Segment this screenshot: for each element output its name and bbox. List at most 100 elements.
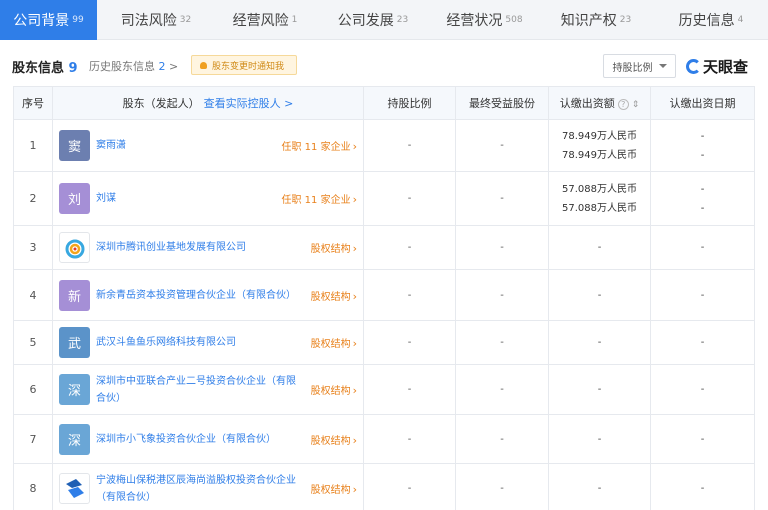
row-index: 8 (13, 463, 53, 510)
table-row: 6 深 深圳市中亚联合产业二号投资合伙企业（有限合伙） 股权结构 › - - - … (13, 364, 755, 415)
table-row: 5 武 武汉斗鱼鱼乐网络科技有限公司 股权结构 › - - - - (13, 320, 755, 365)
subscribed-cell: 57.088万人民币 57.088万人民币 (548, 171, 651, 226)
history-shareholder-link[interactable]: 历史股东信息 2 > (89, 58, 178, 74)
row-index: 6 (13, 364, 53, 415)
tab-company-development[interactable]: 公司发展 23 (315, 0, 431, 40)
shareholder-name-link[interactable]: 刘谋 (96, 190, 276, 207)
chevron-right-icon: › (352, 193, 357, 206)
subscribed-cell: - (548, 414, 651, 464)
chevron-right-icon: › (352, 289, 357, 303)
shareholder-table: 序号 股东（发起人） 查看实际控股人 > 持股比例 最终受益股份 认缴出资额? ⇕ … (13, 86, 755, 510)
chevron-right-icon: › (352, 384, 357, 397)
subscribed-date: - (700, 130, 705, 142)
shareholder-cell: 宁波梅山保税港区辰海尚溢股权投资合伙企业（有限合伙） 股权结构 › (52, 463, 364, 510)
subscribed-date: - (700, 149, 705, 161)
equity-structure-link[interactable]: 股权结构 › (311, 335, 357, 350)
ratio-cell: - (363, 414, 456, 464)
final-share-cell: - (455, 364, 549, 415)
final-share-cell: - (455, 463, 549, 510)
tencent-logo-icon (59, 232, 90, 263)
subscribed-amount: - (597, 433, 602, 445)
subscribed-cell: - (548, 320, 651, 365)
equity-structure-link[interactable]: 股权结构 › (311, 288, 357, 303)
sort-icon[interactable]: ⇕ (632, 100, 640, 110)
shareholder-name-link[interactable]: 窦雨潇 (96, 137, 276, 154)
subscribed-amount: 57.088万人民币 (562, 183, 637, 195)
row-index: 1 (13, 119, 53, 172)
chevron-right-icon: > (169, 60, 179, 73)
chevron-right-icon: › (352, 337, 357, 350)
subscribed-amount: 78.949万人民币 (562, 130, 637, 142)
shareholder-name-link[interactable]: 深圳市腾讯创业基地发展有限公司 (96, 239, 305, 256)
top-tab-bar: 公司背景 99 司法风险 32 经营风险 1 公司发展 23 经营状况 508 知识产权 2… (0, 0, 768, 40)
positions-link[interactable]: 任职 11 家企业 › (282, 138, 358, 153)
table-row: 1 窦 窦雨潇 任职 11 家企业 › - - 78.949万人民币 78.949万… (13, 119, 755, 172)
company-avatar: 深 (59, 374, 90, 405)
final-share-cell: - (455, 171, 549, 226)
subscribed-date-cell: - (650, 364, 755, 415)
table-row: 3 深圳市腾讯创业基地发展有限公司 股权结构 › - - - - (13, 225, 755, 270)
shareholder-name-link[interactable]: 武汉斗鱼鱼乐网络科技有限公司 (96, 334, 305, 351)
shareholder-cell: 深 深圳市中亚联合产业二号投资合伙企业（有限合伙） 股权结构 › (52, 364, 364, 415)
subscribed-cell: - (548, 225, 651, 270)
subscribed-date-cell: - (650, 414, 755, 464)
subscribed-date: - (700, 483, 705, 494)
col-header-final-share: 最终受益股份 (455, 86, 549, 120)
subscribed-date: - (700, 433, 705, 445)
row-index: 5 (13, 320, 53, 365)
subscribed-amount: 78.949万人民币 (562, 149, 637, 161)
shareholder-name-link[interactable]: 宁波梅山保税港区辰海尚溢股权投资合伙企业（有限合伙） (96, 472, 305, 506)
shareholder-cell: 刘 刘谋 任职 11 家企业 › (52, 171, 364, 226)
table-row: 7 深 深圳市小飞象投资合伙企业（有限合伙） 股权结构 › - - - - (13, 414, 755, 464)
chevron-down-icon (658, 64, 667, 68)
notify-change-button[interactable]: 股东变更时通知我 (191, 55, 297, 75)
ratio-cell: - (363, 119, 456, 172)
tab-intellectual-property[interactable]: 知识产权 23 (538, 0, 654, 40)
company-avatar: 刘 (59, 183, 90, 214)
col-header-ratio: 持股比例 (363, 86, 456, 120)
subscribed-date: - (700, 337, 705, 348)
positions-link[interactable]: 任职 11 家企业 › (282, 191, 358, 206)
ratio-sort-select[interactable]: 持股比例 (603, 54, 676, 78)
subscribed-date: - (700, 183, 705, 195)
subscribed-date: - (700, 242, 705, 253)
final-share-cell: - (455, 225, 549, 270)
shareholder-name-link[interactable]: 深圳市中亚联合产业二号投资合伙企业（有限合伙） (96, 373, 305, 407)
subscribed-amount: - (597, 242, 602, 253)
tab-operating-risk[interactable]: 经营风险 1 (215, 0, 315, 40)
ratio-cell: - (363, 171, 456, 226)
equity-structure-link[interactable]: 股权结构 › (311, 481, 357, 496)
subscribed-date-cell: -- (650, 171, 755, 226)
col-header-subscribed[interactable]: 认缴出资额? ⇕ (548, 86, 651, 120)
chevron-right-icon: › (352, 140, 357, 153)
equity-structure-link[interactable]: 股权结构 › (311, 240, 357, 255)
subscribed-cell: - (548, 269, 651, 321)
subscribed-amount: - (597, 289, 602, 301)
final-share-cell: - (455, 119, 549, 172)
logo-mark-icon (686, 59, 701, 74)
shareholder-cell: 新 新余青岳资本投资管理合伙企业（有限合伙） 股权结构 › (52, 269, 364, 321)
subscribed-cell: - (548, 364, 651, 415)
tab-history-info[interactable]: 历史信息 4 (654, 0, 768, 40)
equity-structure-link[interactable]: 股权结构 › (311, 382, 357, 397)
col-header-shareholder: 股东（发起人） 查看实际控股人 > (52, 86, 364, 120)
ratio-cell: - (363, 320, 456, 365)
help-icon[interactable]: ? (617, 99, 629, 110)
tab-company-background[interactable]: 公司背景 99 (0, 0, 97, 40)
tab-business-status[interactable]: 经营状况 508 (431, 0, 538, 40)
tab-judicial-risk[interactable]: 司法风险 32 (97, 0, 215, 40)
company-avatar: 武 (59, 327, 90, 358)
subscribed-date: - (700, 289, 705, 301)
company-avatar: 新 (59, 279, 90, 311)
shareholder-name-link[interactable]: 深圳市小飞象投资合伙企业（有限合伙） (96, 431, 305, 448)
shareholder-name-link[interactable]: 新余青岳资本投资管理合伙企业（有限合伙） (96, 287, 305, 304)
ratio-cell: - (363, 269, 456, 321)
subscribed-cell: - (548, 463, 651, 510)
section-title: 股东信息 9 (12, 61, 78, 76)
subscribed-date-cell: - (650, 225, 755, 270)
shareholder-cell: 深圳市腾讯创业基地发展有限公司 股权结构 › (52, 225, 364, 270)
row-index: 3 (13, 225, 53, 270)
equity-structure-link[interactable]: 股权结构 › (311, 432, 357, 447)
final-share-cell: - (455, 269, 549, 321)
view-controller-link[interactable]: 查看实际控股人 > (204, 97, 294, 110)
